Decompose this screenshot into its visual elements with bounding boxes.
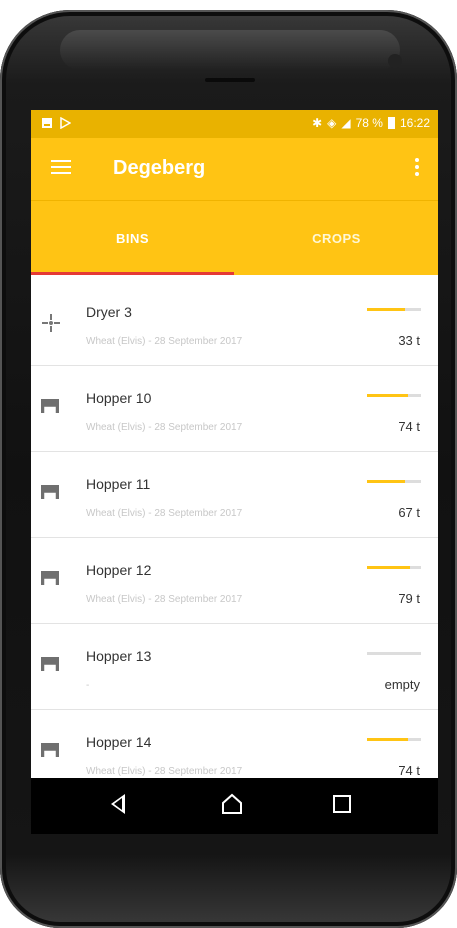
fill-level xyxy=(367,566,411,569)
dryer-fan-icon xyxy=(41,313,61,332)
back-icon[interactable] xyxy=(111,794,125,814)
hopper-bin-icon xyxy=(41,571,61,589)
battery-percent: 78 % xyxy=(355,116,383,130)
bin-amount: 79 t xyxy=(398,591,420,606)
bin-amount: 74 t xyxy=(398,419,420,434)
hamburger-menu-icon[interactable] xyxy=(51,160,71,176)
page-title: Degeberg xyxy=(113,157,206,179)
fill-level-bar xyxy=(367,394,421,397)
signal-icon: ◢ xyxy=(341,116,351,130)
list-item[interactable]: Hopper 12 Wheat (Elvis) - 28 September 2… xyxy=(31,538,438,624)
bin-name: Hopper 11 xyxy=(86,476,151,492)
app-bar: Degeberg xyxy=(31,138,438,200)
bin-name: Hopper 14 xyxy=(86,734,152,750)
tab-crops[interactable]: CROPS xyxy=(235,201,438,275)
list-item[interactable]: Dryer 3 Wheat (Elvis) - 28 September 201… xyxy=(31,280,438,366)
home-icon[interactable] xyxy=(221,793,243,815)
bin-amount: 74 t xyxy=(398,763,420,778)
vibrate-icon: ◈ xyxy=(327,116,337,130)
earpiece-speaker xyxy=(205,78,255,82)
hopper-bin-icon xyxy=(41,743,61,761)
fill-level xyxy=(367,308,405,311)
battery-icon xyxy=(387,117,395,129)
bin-details: Wheat (Elvis) - 28 September 2017 xyxy=(86,422,243,433)
bin-list: Dryer 3 Wheat (Elvis) - 28 September 201… xyxy=(31,280,438,796)
fill-level-bar xyxy=(367,652,421,655)
fill-level-bar xyxy=(367,566,421,569)
hopper-bin-icon xyxy=(41,399,61,417)
list-item[interactable]: Hopper 13 - empty xyxy=(31,624,438,710)
play-store-notification-icon xyxy=(59,116,72,130)
fill-level-bar xyxy=(367,480,421,483)
list-item[interactable]: Hopper 11 Wheat (Elvis) - 28 September 2… xyxy=(31,452,438,538)
tab-indicator xyxy=(31,272,234,275)
fill-level-bar xyxy=(367,738,421,741)
tab-bins[interactable]: BINS xyxy=(31,201,234,275)
bin-details: Wheat (Elvis) - 28 September 2017 xyxy=(86,594,243,605)
fill-level xyxy=(367,480,405,483)
hopper-bin-icon xyxy=(41,485,61,503)
bin-details: Wheat (Elvis) - 28 September 2017 xyxy=(86,766,243,777)
clock: 16:22 xyxy=(399,116,430,130)
bin-name: Hopper 12 xyxy=(86,562,152,578)
front-camera xyxy=(388,54,402,68)
bin-name: Hopper 13 xyxy=(86,648,152,664)
hopper-bin-icon xyxy=(41,657,61,675)
tab-bar: BINS CROPS xyxy=(31,200,438,275)
list-item[interactable]: Hopper 10 Wheat (Elvis) - 28 September 2… xyxy=(31,366,438,452)
bin-amount: 33 t xyxy=(398,333,420,348)
bin-details: - xyxy=(86,680,90,691)
fill-level xyxy=(367,738,408,741)
more-vert-icon[interactable] xyxy=(414,158,420,178)
image-notification-icon xyxy=(41,117,53,129)
bin-details: Wheat (Elvis) - 28 September 2017 xyxy=(86,336,243,347)
fill-level xyxy=(367,394,408,397)
bin-amount: empty xyxy=(384,677,420,692)
bin-details: Wheat (Elvis) - 28 September 2017 xyxy=(86,508,243,519)
bin-name: Dryer 3 xyxy=(86,304,132,320)
app-screen: ✱ ◈ ◢ 78 % 16:22 Degeberg BINS CROPS Dry… xyxy=(31,110,438,834)
fill-level-bar xyxy=(367,308,421,311)
recent-apps-icon[interactable] xyxy=(333,795,351,813)
phone-gloss xyxy=(60,30,400,70)
system-nav-bar xyxy=(31,778,438,834)
status-bar: ✱ ◈ ◢ 78 % 16:22 xyxy=(31,110,438,138)
bin-name: Hopper 10 xyxy=(86,390,152,406)
bin-amount: 67 t xyxy=(398,505,420,520)
bluetooth-icon: ✱ xyxy=(312,116,323,130)
